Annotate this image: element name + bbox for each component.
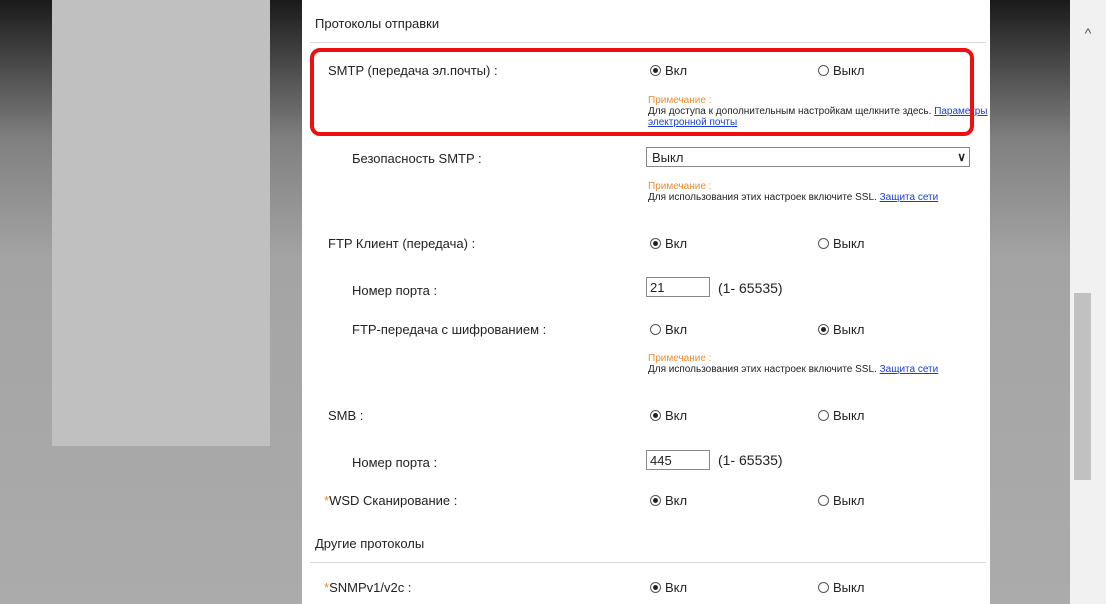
ftp-port-input[interactable] — [646, 277, 710, 297]
ftp-client-off-radio[interactable]: Выкл — [818, 236, 864, 251]
radio-selected-icon — [650, 410, 661, 421]
wsd-scan-label: *WSD Сканирование : — [324, 493, 458, 508]
smb-on-radio[interactable]: Вкл — [650, 408, 687, 423]
wsd-scan-off-radio[interactable]: Выкл — [818, 493, 864, 508]
scroll-up-icon[interactable]: ^ — [1070, 18, 1106, 48]
smb-label: SMB : — [328, 408, 364, 423]
ftp-encrypted-on-radio[interactable]: Вкл — [650, 322, 687, 337]
scroll-thumb[interactable] — [1074, 293, 1091, 480]
ftp-client-label: FTP Клиент (передача) : — [328, 236, 476, 251]
radio-selected-icon — [650, 582, 661, 593]
radio-selected-icon — [650, 238, 661, 249]
ftp-encrypted-off-radio[interactable]: Выкл — [818, 322, 864, 337]
section-divider — [310, 562, 986, 563]
smb-port-input[interactable] — [646, 450, 710, 470]
radio-unselected-icon — [818, 238, 829, 249]
smtp-security-label: Безопасность SMTP : — [352, 151, 482, 166]
snmp-off-radio[interactable]: Выкл — [818, 580, 864, 595]
radio-unselected-icon — [818, 582, 829, 593]
smb-port-range: (1- 65535) — [718, 452, 783, 468]
left-panel — [52, 0, 270, 446]
ftp-encrypted-label: FTP-передача с шифрованием : — [352, 322, 547, 337]
smtp-security-select[interactable]: Выкл ∨ — [646, 147, 970, 167]
snmp-label: *SNMPv1/v2c : — [324, 580, 412, 595]
radio-selected-icon — [818, 324, 829, 335]
section-title-other-protocols: Другие протоколы — [315, 536, 425, 551]
right-background — [990, 0, 1070, 604]
section-title-send-protocols: Протоколы отправки — [315, 16, 440, 31]
network-security-link[interactable]: Защита сети — [880, 364, 939, 375]
radio-selected-icon — [650, 495, 661, 506]
radio-unselected-icon — [650, 324, 661, 335]
ftp-port-label: Номер порта : — [352, 283, 438, 298]
ftp-client-on-radio[interactable]: Вкл — [650, 236, 687, 251]
wsd-scan-on-radio[interactable]: Вкл — [650, 493, 687, 508]
radio-unselected-icon — [818, 495, 829, 506]
radio-unselected-icon — [818, 410, 829, 421]
network-security-link[interactable]: Защита сети — [880, 192, 939, 203]
section-divider — [310, 42, 986, 43]
smtp-security-note: Примечание : Для использования этих наст… — [648, 181, 939, 203]
ftp-port-range: (1- 65535) — [718, 280, 783, 296]
chevron-down-icon: ∨ — [957, 150, 966, 164]
vertical-scrollbar[interactable]: ^ — [1070, 0, 1106, 604]
smb-off-radio[interactable]: Выкл — [818, 408, 864, 423]
snmp-on-radio[interactable]: Вкл — [650, 580, 687, 595]
smtp-highlight-box — [310, 48, 974, 136]
ftp-encrypted-note: Примечание : Для использования этих наст… — [648, 353, 939, 375]
smb-port-label: Номер порта : — [352, 455, 438, 470]
